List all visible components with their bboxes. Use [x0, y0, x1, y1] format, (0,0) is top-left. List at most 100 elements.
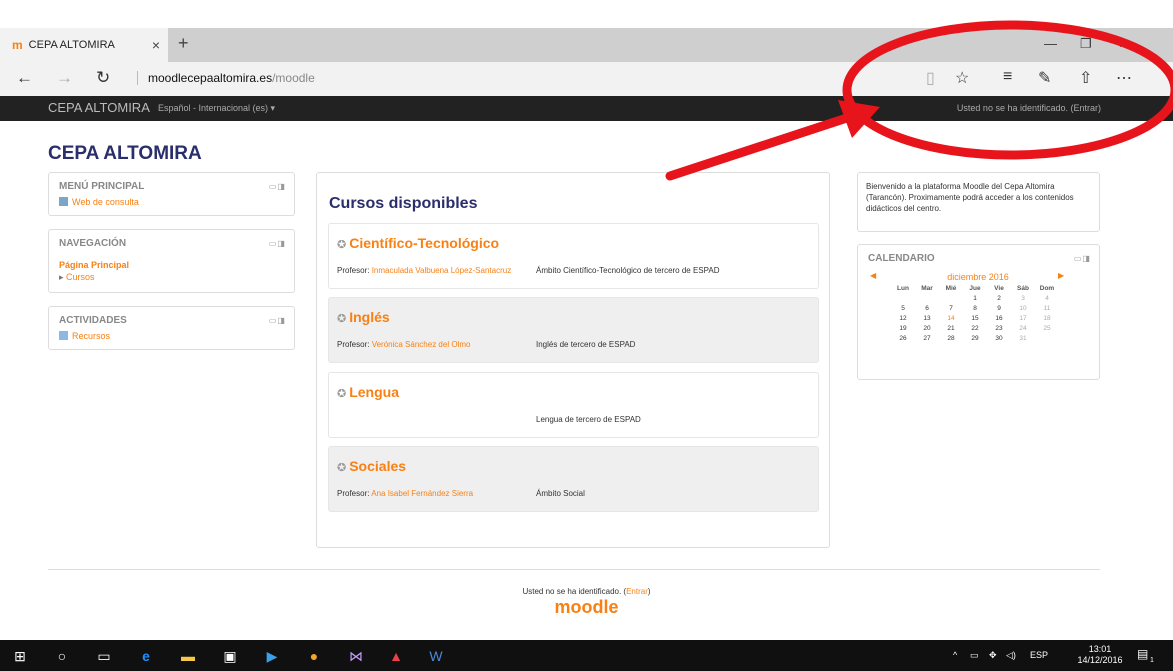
calendar-weekday: Mié: [945, 285, 957, 292]
share-icon[interactable]: ⇧: [1079, 68, 1092, 88]
moodle-logo[interactable]: moodle: [0, 597, 1173, 618]
restore-icon[interactable]: ❐: [1080, 36, 1092, 52]
clock-date: 14/12/2016: [1077, 655, 1123, 665]
course-link[interactable]: ✪ Sociales: [337, 458, 406, 474]
block-controls-icon[interactable]: ▭◨: [269, 239, 286, 248]
language-menu[interactable]: Español - Internacional (es) ▾: [158, 103, 275, 114]
input-language[interactable]: ESP: [1030, 650, 1048, 660]
calendar-day: 25: [1043, 325, 1051, 332]
calendar-day: 20: [923, 325, 931, 332]
edge-browser-icon[interactable]: e: [136, 646, 156, 666]
screenshot-root: m CEPA ALTOMIRA × + — ❐ ✕ ← → ↻ moodlece…: [0, 0, 1173, 671]
teacher-label: Profesor:: [337, 489, 370, 498]
calendar-empty-cell: [891, 295, 915, 302]
windows-taskbar: ⊞ ○ ▭ e ▬ ▣ ▶ ● ⋈ ▲ W ^ ▭ ✥ ◁) ESP 13:01…: [0, 640, 1173, 671]
prev-month-icon[interactable]: ◀: [870, 271, 876, 280]
courses-heading: Cursos disponibles: [329, 195, 478, 212]
browser-tab[interactable]: m CEPA ALTOMIRA ×: [0, 28, 168, 62]
tray-chevron-icon[interactable]: ^: [953, 650, 957, 660]
block-controls-icon[interactable]: ▭◨: [269, 316, 286, 325]
chrome-icon[interactable]: ●: [304, 646, 324, 666]
calendar-day: 23: [995, 325, 1003, 332]
acrobat-icon[interactable]: ▲: [386, 646, 406, 666]
login-status[interactable]: Usted no se ha identificado. (Entrar): [957, 103, 1101, 113]
close-window-icon[interactable]: ✕: [1118, 36, 1129, 52]
teacher-link[interactable]: Verónica Sánchez del Olmo: [372, 340, 471, 349]
web-note-icon[interactable]: ✎: [1038, 68, 1051, 88]
calendar-day: 10: [1019, 305, 1027, 312]
url-host: moodlecepaaltomira.es: [148, 71, 273, 85]
calendar-day: 17: [1019, 315, 1027, 322]
system-clock[interactable]: 13:01 14/12/2016: [1072, 644, 1128, 666]
teacher-label: Profesor:: [337, 266, 370, 275]
favorite-star-icon[interactable]: ☆: [955, 68, 969, 88]
calendar-day: 28: [947, 335, 955, 342]
block-controls-icon[interactable]: ▭◨: [269, 182, 286, 191]
course-link[interactable]: ✪ Lengua: [337, 384, 399, 400]
minimize-icon[interactable]: —: [1044, 36, 1057, 51]
calendar-day: 16: [995, 315, 1003, 322]
annotation-arrow-shaft: [665, 110, 861, 181]
calendar-day: 4: [1045, 295, 1049, 302]
visual-studio-icon[interactable]: ⋈: [346, 646, 366, 666]
tab-close-icon[interactable]: ×: [152, 37, 160, 53]
course-icon: ✪: [337, 388, 347, 400]
link-recursos[interactable]: Recursos: [59, 331, 110, 341]
course-summary: Ámbito Social: [536, 489, 585, 498]
course-name: Inglés: [349, 309, 390, 325]
calendar-day: 8: [973, 305, 977, 312]
calendar-day: 29: [971, 335, 979, 342]
start-windows-icon[interactable]: ⊞: [10, 646, 30, 666]
block-controls-icon[interactable]: ▭◨: [1074, 254, 1091, 263]
address-bar: ← → ↻ moodlecepaaltomira.es/moodle ▯ ☆ ≡…: [0, 62, 1173, 96]
next-month-icon[interactable]: ▶: [1058, 271, 1064, 280]
page-icon: [59, 197, 68, 206]
course-icon: ✪: [337, 462, 347, 474]
action-center-icon[interactable]: ▤: [1137, 647, 1148, 661]
refresh-icon[interactable]: ↻: [96, 68, 110, 88]
course-item: ✪ Inglés Profesor: Verónica Sánchez del O…: [328, 297, 819, 363]
course-item: ✪ Científico-Tecnológico Profesor: Inmacu…: [328, 223, 819, 289]
site-brand[interactable]: CEPA ALTOMIRA: [48, 100, 150, 115]
forward-icon[interactable]: →: [56, 68, 73, 88]
calendar-day: 7: [949, 305, 953, 312]
media-player-icon[interactable]: ▶: [262, 646, 282, 666]
sync-icon[interactable]: ✥: [989, 650, 997, 661]
nav-courses-label: Cursos: [66, 272, 95, 282]
hub-icon[interactable]: ≡: [1003, 68, 1012, 86]
block-main-menu: MENÚ PRINCIPAL ▭◨ Web de consulta: [48, 172, 295, 216]
calendar-weekday: Mar: [921, 285, 933, 292]
link-web-consulta[interactable]: Web de consulta: [59, 197, 139, 207]
course-icon: ✪: [337, 313, 347, 325]
cortana-search-icon[interactable]: ○: [52, 646, 72, 666]
file-explorer-icon[interactable]: ▬: [178, 646, 198, 666]
calendar-day: 21: [947, 325, 955, 332]
back-icon[interactable]: ←: [16, 68, 33, 88]
nav-home[interactable]: Página Principal: [59, 260, 129, 270]
calendar-day: 2: [997, 295, 1001, 302]
course-icon: ✪: [337, 239, 347, 251]
nav-courses[interactable]: ▸ Cursos: [59, 272, 95, 283]
volume-icon[interactable]: ◁): [1006, 650, 1016, 661]
teacher-link[interactable]: Ana Isabel Fernández Sierra: [371, 489, 473, 498]
footer-login-link[interactable]: Entrar: [626, 587, 648, 596]
more-icon[interactable]: ⋯: [1116, 68, 1132, 88]
store-icon[interactable]: ▣: [220, 646, 240, 666]
calendar-month[interactable]: diciembre 2016: [888, 272, 1068, 284]
calendar-day: 9: [997, 305, 1001, 312]
word-icon[interactable]: W: [426, 646, 446, 666]
new-tab-button[interactable]: +: [178, 33, 189, 54]
teacher-link[interactable]: Inmaculada Valbuena López-Santacruz: [372, 266, 512, 275]
course-link[interactable]: ✪ Científico-Tecnológico: [337, 235, 499, 251]
course-link[interactable]: ✪ Inglés: [337, 309, 390, 325]
reading-view-icon[interactable]: ▯: [926, 68, 935, 88]
network-icon[interactable]: ▭: [970, 650, 979, 661]
block-title: ACTIVIDADES: [59, 315, 127, 326]
task-view-icon[interactable]: ▭: [94, 646, 114, 666]
calendar-day: 15: [971, 315, 979, 322]
url-field[interactable]: moodlecepaaltomira.es/moodle: [137, 71, 315, 85]
calendar-day: 27: [923, 335, 931, 342]
url-path: /moodle: [272, 71, 315, 85]
calendar-day: 11: [1043, 305, 1051, 312]
course-name: Lengua: [349, 384, 399, 400]
